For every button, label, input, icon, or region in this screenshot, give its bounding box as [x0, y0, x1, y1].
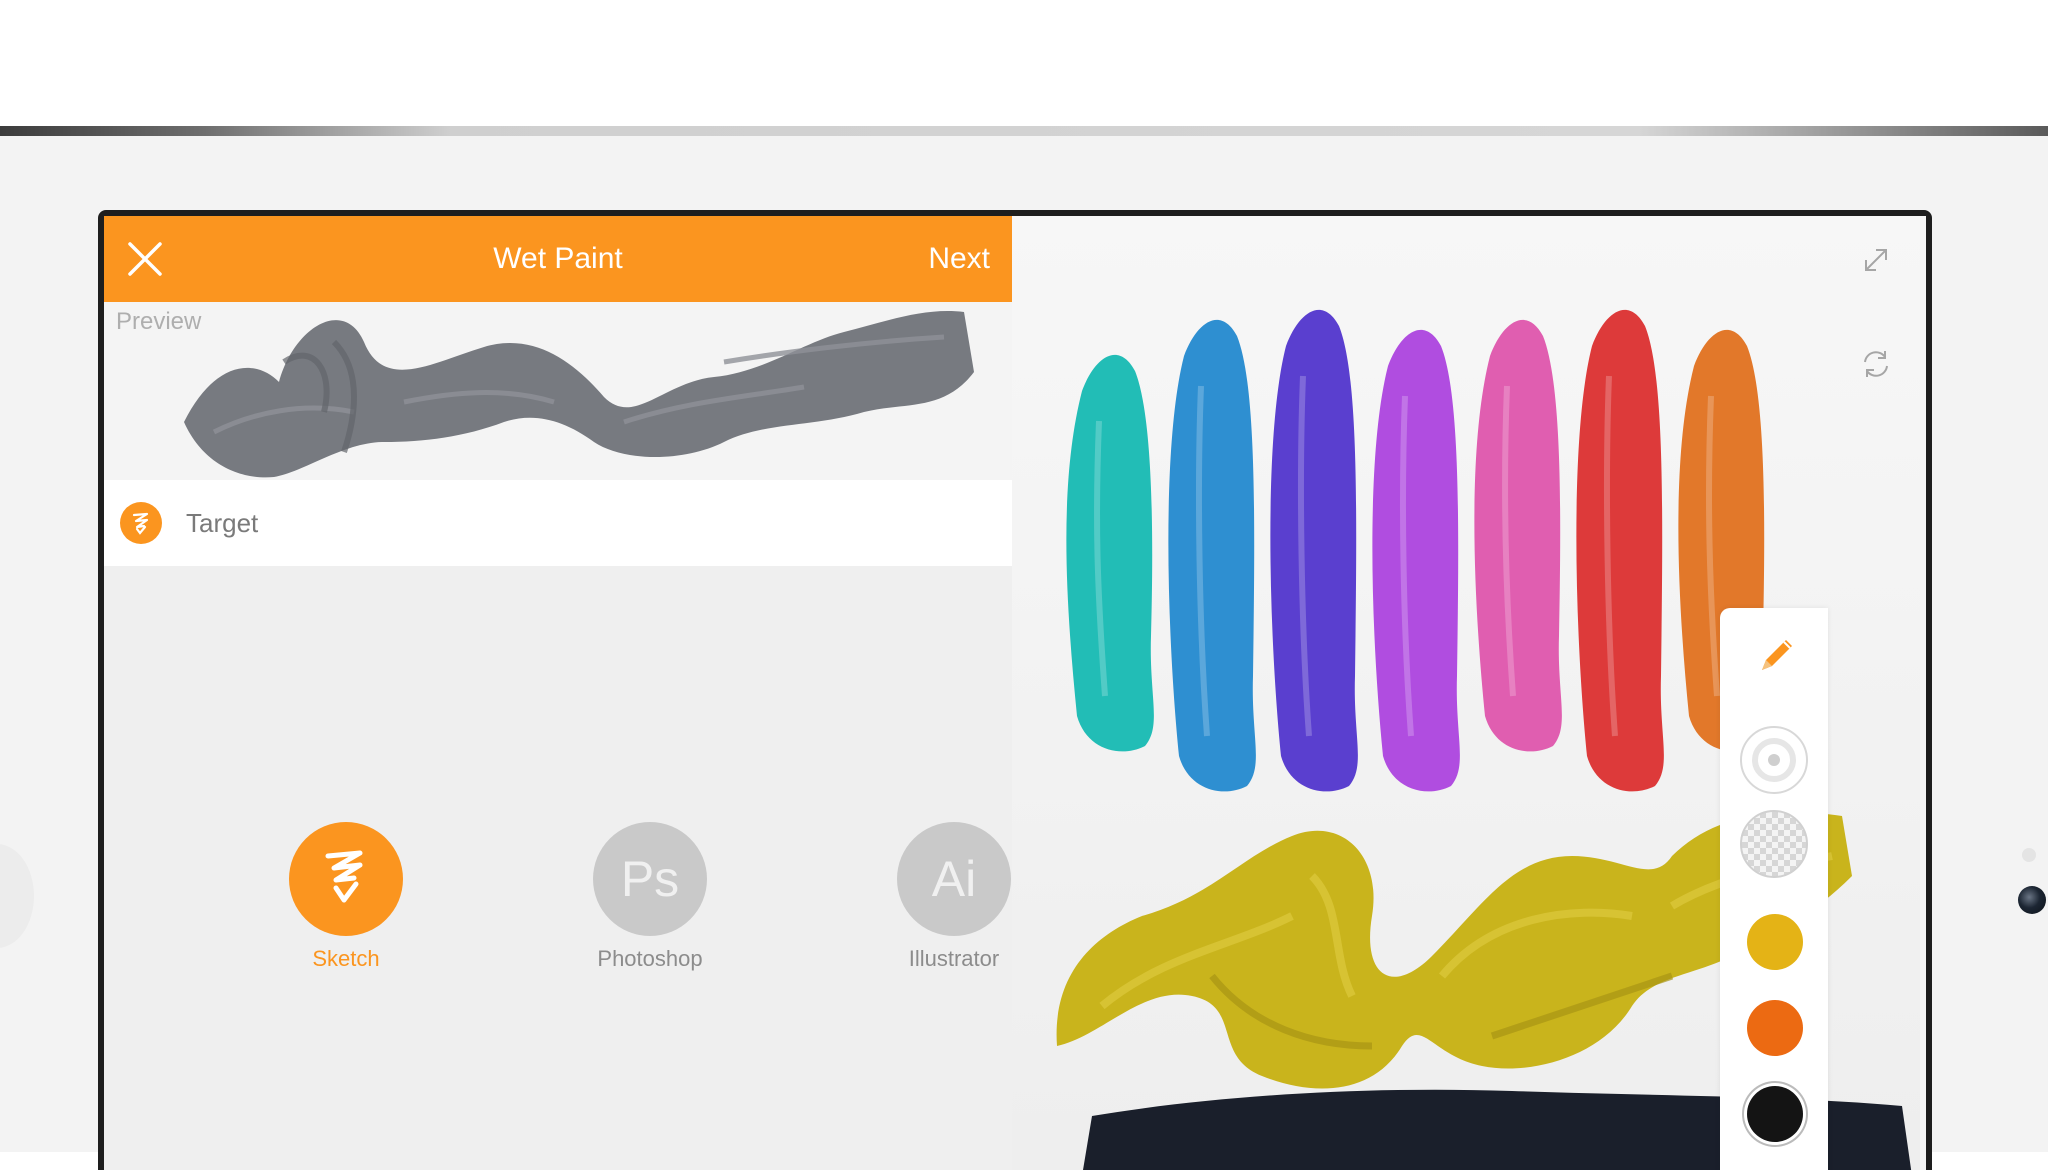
sync-button[interactable]	[1858, 346, 1894, 382]
preview-stroke	[184, 311, 974, 478]
brush-size-control[interactable]	[1740, 726, 1808, 794]
paint-stroke-red	[1576, 309, 1664, 792]
close-icon	[128, 242, 162, 276]
app-option-sketch[interactable]: Sketch	[246, 822, 446, 972]
expand-button[interactable]	[1858, 242, 1894, 278]
expand-icon	[1865, 249, 1887, 271]
camera-icon	[2018, 886, 2046, 914]
sensor-dot	[2022, 848, 2036, 862]
app-label-photoshop: Photoshop	[597, 946, 703, 971]
brush-size-dot	[1768, 754, 1780, 766]
sketch-app-icon	[120, 502, 162, 544]
paint-stroke-blue	[1168, 319, 1256, 792]
tool-palette	[1720, 608, 1828, 1170]
opacity-control[interactable]	[1740, 810, 1808, 878]
sync-icon	[1864, 351, 1888, 377]
paint-stroke-purple	[1372, 329, 1460, 792]
paint-stroke-indigo	[1270, 309, 1358, 792]
next-button[interactable]: Next	[928, 216, 990, 302]
illustrator-icon: Ai	[897, 822, 1011, 936]
target-label: Target	[186, 508, 259, 538]
target-row[interactable]: Target	[104, 480, 1012, 566]
color-swatch-black[interactable]	[1747, 1086, 1803, 1142]
pencil-tool-button[interactable]	[1754, 632, 1800, 678]
sketch-icon	[289, 822, 403, 936]
vertical-strokes	[1066, 309, 1766, 792]
color-swatch-orange[interactable]	[1747, 1000, 1803, 1056]
app-option-photoshop[interactable]: Ps Photoshop	[550, 822, 750, 972]
color-swatch-yellow[interactable]	[1747, 914, 1803, 970]
header-bar: Wet Paint Next	[104, 216, 1012, 302]
pencil-icon	[1762, 640, 1792, 670]
app-label-sketch: Sketch	[312, 946, 380, 971]
preview-label: Preview	[116, 308, 202, 335]
brush-preview: Preview	[104, 302, 1012, 480]
device-edge	[0, 126, 2048, 136]
paint-stroke-teal	[1066, 354, 1154, 752]
photoshop-icon: Ps	[593, 822, 707, 936]
canvas-panel	[1012, 216, 1920, 1170]
device-top	[0, 0, 2048, 128]
page-title: Wet Paint	[493, 242, 623, 275]
paint-stroke-pink	[1474, 319, 1562, 752]
app-screen: Wet Paint Next Preview Target Sketch Ps …	[104, 216, 1926, 1170]
brush-settings-panel: Wet Paint Next Preview Target Sketch Ps …	[104, 216, 1012, 1170]
tablet-screen: Wet Paint Next Preview Target Sketch Ps …	[98, 210, 1932, 1170]
close-button[interactable]	[122, 236, 168, 282]
